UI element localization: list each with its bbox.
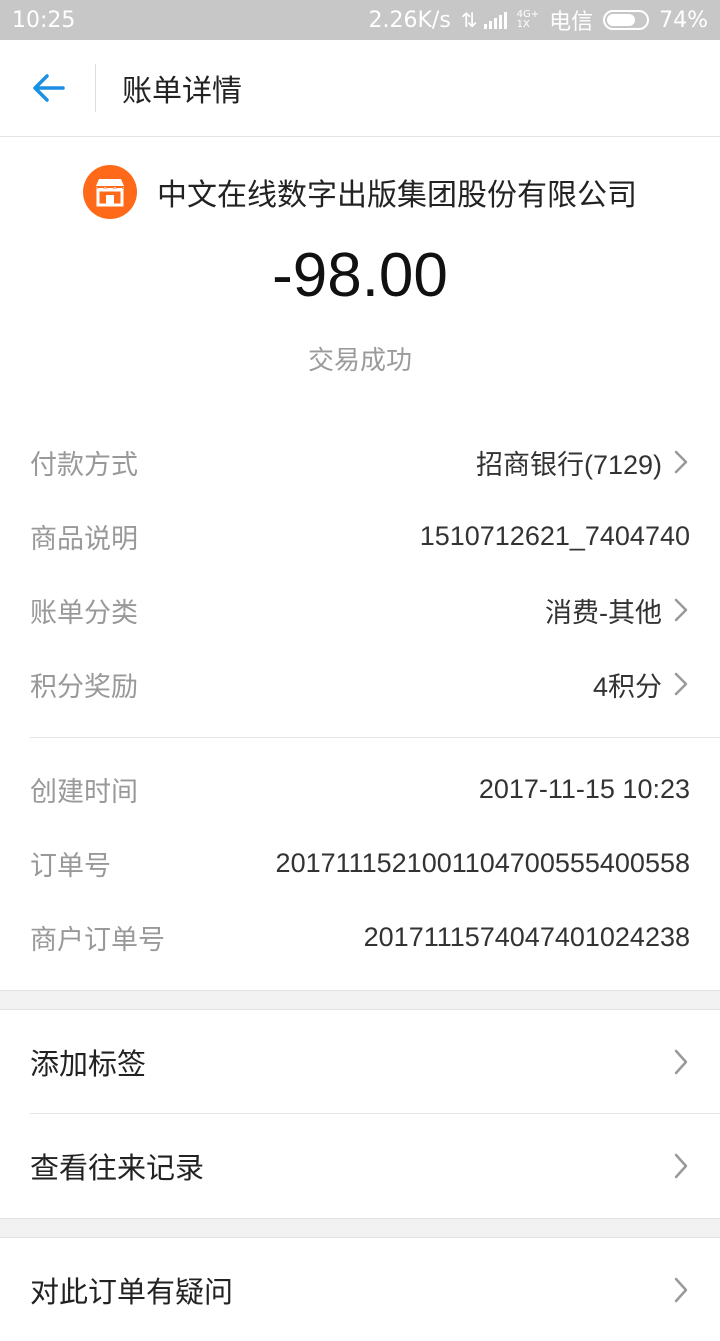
info-label: 创建时间 — [30, 776, 138, 808]
battery-icon — [603, 10, 650, 30]
action-label: 添加标签 — [30, 1046, 147, 1081]
signal-icon — [483, 11, 507, 29]
divider — [30, 737, 720, 738]
detail-row-product-description: 商品说明 1510712621_7404740 — [30, 506, 690, 566]
arrow-left-icon — [33, 74, 65, 102]
chevron-right-icon — [672, 1277, 690, 1303]
merchant-info: 中文在线数字出版集团股份有限公司 — [0, 160, 720, 224]
detail-row-points-reward[interactable]: 积分奖励 4积分 — [30, 654, 690, 714]
info-value: 20171115740474010242​38 — [364, 922, 690, 953]
status-bar: 10:25 2.26K/s ⇅ 4G+ 1X 电信 74% — [0, 0, 720, 40]
add-tag-row[interactable]: 添加标签 — [0, 1010, 720, 1113]
status-right: 2.26K/s ⇅ 4G+ 1X 电信 74% — [369, 4, 708, 36]
battery-percent: 74% — [659, 7, 708, 33]
detail-row-payment-method[interactable]: 付款方式 招商银行(7129) — [30, 432, 690, 492]
detail-value: 4积分 — [593, 665, 690, 704]
info-row-merchant-order-number: 商户订单号 20171115740474010242​38 — [30, 907, 690, 967]
net-speed: 2.26K/s — [368, 7, 451, 33]
detail-value-text: 4积分 — [592, 671, 662, 702]
network-type: 4G+ 1X — [517, 10, 540, 30]
carrier-name: 电信 — [549, 10, 594, 35]
view-records-row[interactable]: 查看往来记录 — [0, 1114, 720, 1217]
action-label: 对此订单有疑问 — [30, 1274, 234, 1309]
detail-row-bill-category[interactable]: 账单分类 消费-其他 — [30, 580, 690, 640]
back-button[interactable] — [0, 40, 96, 137]
detail-value: 消费-其他 — [545, 591, 690, 630]
status-time: 10:25 — [12, 7, 76, 33]
section-gap — [0, 1218, 720, 1238]
detail-label: 账单分类 — [30, 597, 138, 629]
detail-label: 付款方式 — [30, 449, 138, 481]
info-row-created-time: 创建时间 2017-11-15 10:23 — [30, 759, 690, 819]
chevron-right-icon — [672, 597, 690, 623]
page-title: 账单详情 — [122, 74, 242, 109]
chevron-right-icon — [672, 449, 690, 475]
store-icon — [83, 165, 137, 219]
info-value-text: 2017-11-15 10:23 — [478, 773, 690, 804]
order-question-row[interactable]: 对此订单有疑问 — [0, 1238, 720, 1341]
transaction-status: 交易成功 — [307, 346, 412, 376]
detail-value: 1510712621_7404740 — [420, 521, 690, 552]
info-label: 商户订单号 — [30, 924, 165, 956]
info-value: 20171115210011047005554005​58 — [276, 848, 690, 879]
data-transfer-icon: ⇅ — [460, 8, 478, 32]
info-value-text: 20171115740474010242​38 — [363, 921, 690, 952]
info-row-order-number: 订单号 20171115210011047005554005​58 — [30, 833, 690, 893]
detail-label: 积分奖励 — [30, 671, 138, 703]
chevron-right-icon — [672, 671, 690, 697]
info-value: 2017-11-15 10:23 — [479, 774, 690, 805]
action-label: 查看往来记录 — [30, 1150, 205, 1185]
chevron-right-icon — [672, 1153, 690, 1179]
detail-value-text: 招商银行(7129) — [475, 449, 662, 480]
nav-header: 账单详情 — [0, 40, 720, 137]
chevron-right-icon — [672, 1049, 690, 1075]
section-gap — [0, 990, 720, 1010]
battery-level — [607, 14, 636, 26]
transaction-amount: -98.00 — [272, 241, 448, 310]
detail-value: 招商银行(7129) — [476, 443, 690, 482]
network-type-bottom: 1X — [516, 19, 530, 30]
info-label: 订单号 — [30, 850, 111, 882]
detail-label: 商品说明 — [30, 523, 138, 555]
detail-value-text: 消费-其他 — [545, 597, 662, 628]
info-value-text: 20171115210011047005554005​58 — [275, 847, 690, 878]
detail-value-text: 1510712621_7404740 — [419, 520, 690, 551]
merchant-name: 中文在线数字出版集团股份有限公司 — [157, 178, 637, 213]
